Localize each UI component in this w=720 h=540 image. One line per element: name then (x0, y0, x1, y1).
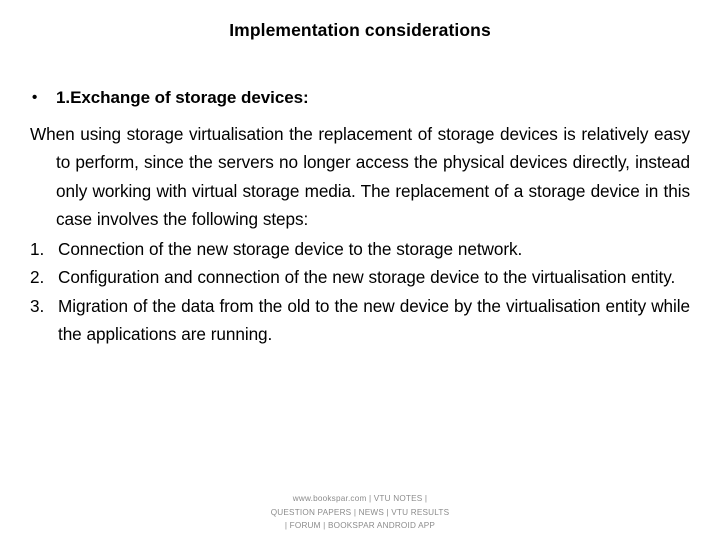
bullet-heading: • 1.Exchange of storage devices: (30, 84, 690, 113)
list-item-label: Migration of the data from the old to th… (58, 295, 690, 345)
list-item-label: Configuration and connection of the new … (58, 267, 676, 287)
footer-line-3: | FORUM | BOOKSPAR ANDROID APP (284, 521, 436, 531)
list-item: 2. Configuration and connection of the n… (30, 263, 690, 292)
footer-line-2: QUESTION PAPERS | NEWS | VTU RESULTS (270, 507, 450, 517)
list-item-number: 1. (30, 238, 45, 259)
page-title: Implementation considerations (229, 20, 491, 40)
slide-body: • 1.Exchange of storage devices: When us… (30, 84, 690, 349)
list-item-number: 3. (30, 295, 45, 316)
list-item: 3. Migration of the data from the old to… (30, 292, 690, 349)
list-item-number: 2. (30, 267, 45, 287)
list-item: 1. Connection of the new storage device … (30, 235, 690, 264)
bullet-point-icon: • (32, 89, 38, 106)
bullet-heading-label: 1.Exchange of storage devices: (56, 88, 309, 107)
list-item-label: Connection of the new storage device to … (58, 238, 523, 259)
intro-paragraph: When using storage virtualisation the re… (30, 123, 690, 230)
footer-line-1: www.bookspar.com | VTU NOTES | (292, 494, 428, 503)
footer-watermark: www.bookspar.com | VTU NOTES | QUESTION … (0, 492, 720, 533)
presentation-slide: Implementation considerations • 1.Exchan… (0, 0, 720, 540)
